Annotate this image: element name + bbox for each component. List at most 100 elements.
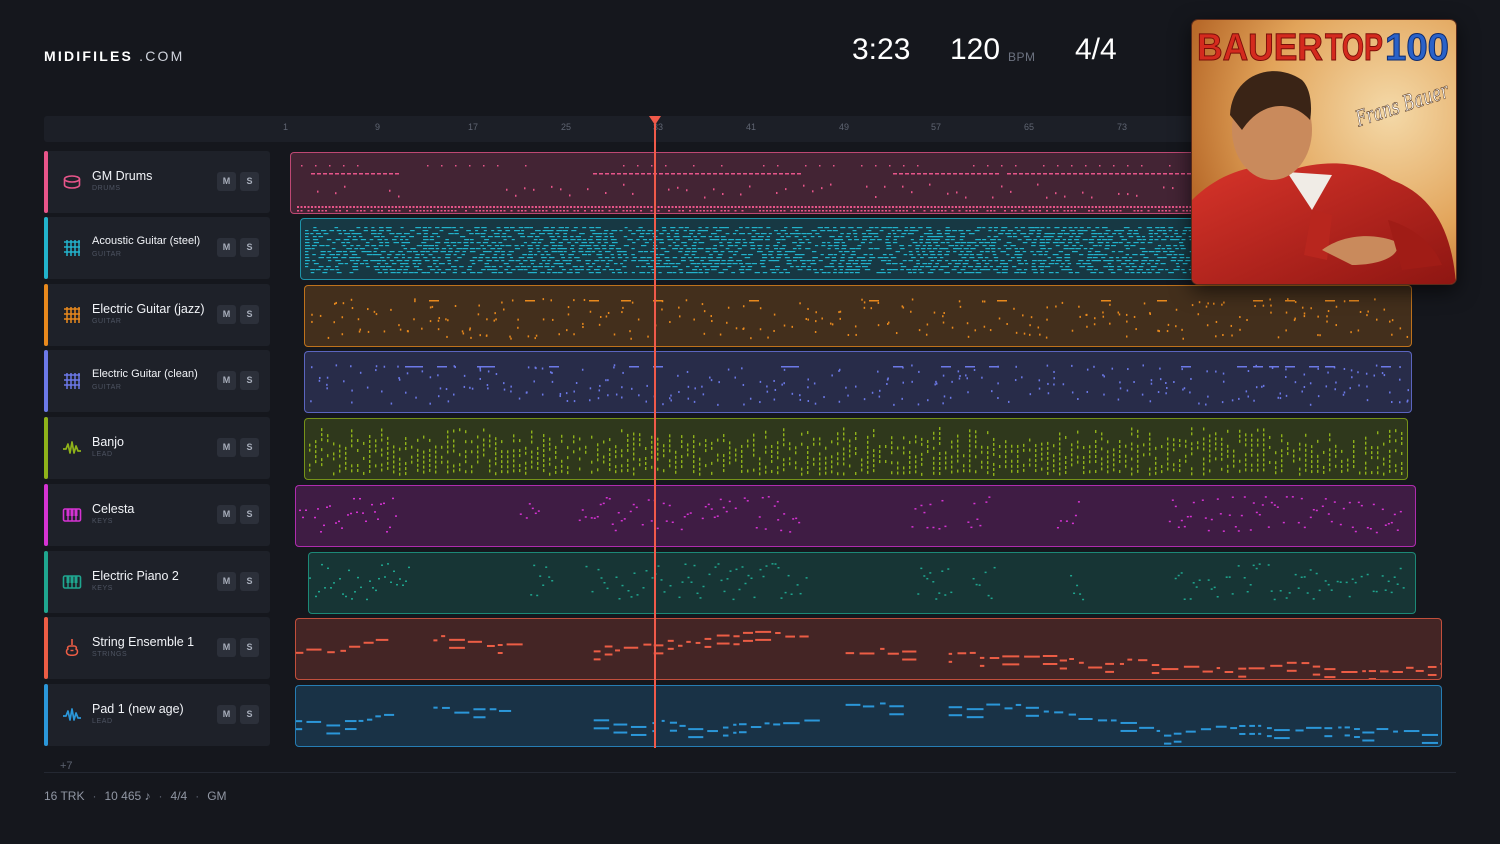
midi-note [1097,719,1108,722]
midi-note [927,399,929,402]
midi-note [582,326,584,329]
mute-button[interactable]: M [217,572,236,591]
mute-button[interactable]: M [217,705,236,724]
midi-note [1053,370,1055,373]
midi-note [1110,272,1116,274]
solo-button[interactable]: S [240,572,259,591]
midi-note [669,584,672,587]
midi-note [542,230,549,232]
midi-note [580,269,584,271]
midi-note [902,381,905,384]
midi-note [454,233,459,235]
midi-note [1068,713,1076,716]
midi-clip-acoustic-guitar[interactable] [300,218,1212,280]
midi-note [596,515,599,518]
mute-button[interactable]: M [217,305,236,324]
midi-note [993,437,995,441]
more-tracks-indicator[interactable]: +7 [60,760,73,772]
track-row-electric-guitar-clean[interactable]: Electric Guitar (clean) GUITAR M S [44,350,270,412]
midi-note [1227,454,1229,458]
midi-note [1075,272,1080,274]
midi-note [396,233,402,235]
midi-note [773,723,781,726]
track-row-banjo[interactable]: Banjo LEAD M S [44,417,270,479]
midi-note [1121,239,1128,241]
midi-note [693,242,697,244]
solo-button[interactable]: S [240,172,259,191]
midi-note [667,639,674,642]
track-row-electric-piano-2[interactable]: Electric Piano 2 KEYS M S [44,551,270,613]
midi-note [807,242,812,244]
midi-note [573,210,576,212]
midi-note [1179,469,1181,473]
midi-note [573,440,575,444]
midi-clip-celesta[interactable] [295,485,1416,547]
track-row-electric-guitar-jazz[interactable]: Electric Guitar (jazz) GUITAR M S [44,284,270,346]
midi-note [1228,576,1231,578]
midi-note [339,449,341,453]
track-row-pad-1[interactable]: Pad 1 (new age) LEAD M S [44,684,270,746]
track-row-celesta[interactable]: Celesta KEYS M S [44,484,270,546]
midi-note [1336,580,1339,583]
midi-note [432,257,436,259]
mute-button[interactable]: M [217,638,236,657]
midi-note [932,248,938,250]
midi-note [1258,724,1262,727]
solo-button[interactable]: S [240,638,259,657]
solo-button[interactable]: S [240,705,259,724]
midi-note [423,233,428,235]
midi-note [992,196,994,199]
solo-button[interactable]: S [240,238,259,257]
midi-note [926,239,931,241]
midi-note [951,470,953,474]
mute-button[interactable]: M [217,371,236,390]
midi-note [1117,269,1123,271]
midi-note [663,591,666,593]
track-row-acoustic-guitar[interactable]: Acoustic Guitar (steel) GUITAR M S [44,217,270,279]
midi-note [1167,452,1169,456]
midi-note [969,439,971,443]
midi-note [997,365,999,368]
solo-button[interactable]: S [240,371,259,390]
mute-button[interactable]: M [217,238,236,257]
midi-note [850,206,852,208]
midi-note [585,251,591,253]
midi-clip-electric-piano-2[interactable] [308,552,1416,614]
midi-note [541,257,547,259]
midi-note [305,257,310,259]
midi-note [741,367,743,370]
midi-note [623,183,625,186]
track-row-gm-drums[interactable]: GM Drums DRUMS M S [44,151,270,213]
midi-note [983,325,986,328]
midi-note [762,575,765,578]
note-pattern [309,563,1405,601]
playhead[interactable] [654,124,656,748]
midi-clip-gm-drums[interactable] [290,152,1212,214]
mute-button[interactable]: M [217,172,236,191]
midi-clip-electric-guitar-clean[interactable] [304,351,1412,413]
midi-note [951,380,953,383]
midi-note [375,313,378,316]
solo-button[interactable]: S [240,505,259,524]
midi-note [1073,173,1077,175]
midi-clip-electric-guitar-jazz[interactable] [304,285,1412,347]
midi-note [701,517,704,520]
midi-note [710,508,713,510]
midi-note [849,464,851,468]
midi-note [423,236,428,238]
mute-button[interactable]: M [217,438,236,457]
mute-button[interactable]: M [217,505,236,524]
midi-note [403,269,408,271]
midi-clip-pad-1[interactable] [295,685,1442,747]
track-row-string-ensemble-1[interactable]: String Ensemble 1 STRINGS M S [44,617,270,679]
midi-note [1000,251,1007,253]
midi-note [963,254,969,256]
solo-button[interactable]: S [240,305,259,324]
midi-note [879,389,881,392]
midi-note [1071,391,1074,394]
solo-button[interactable]: S [240,438,259,457]
midi-clip-string-ensemble-1[interactable] [295,618,1442,680]
midi-note [955,206,957,208]
midi-note [795,466,797,470]
midi-clip-banjo[interactable] [304,418,1408,480]
